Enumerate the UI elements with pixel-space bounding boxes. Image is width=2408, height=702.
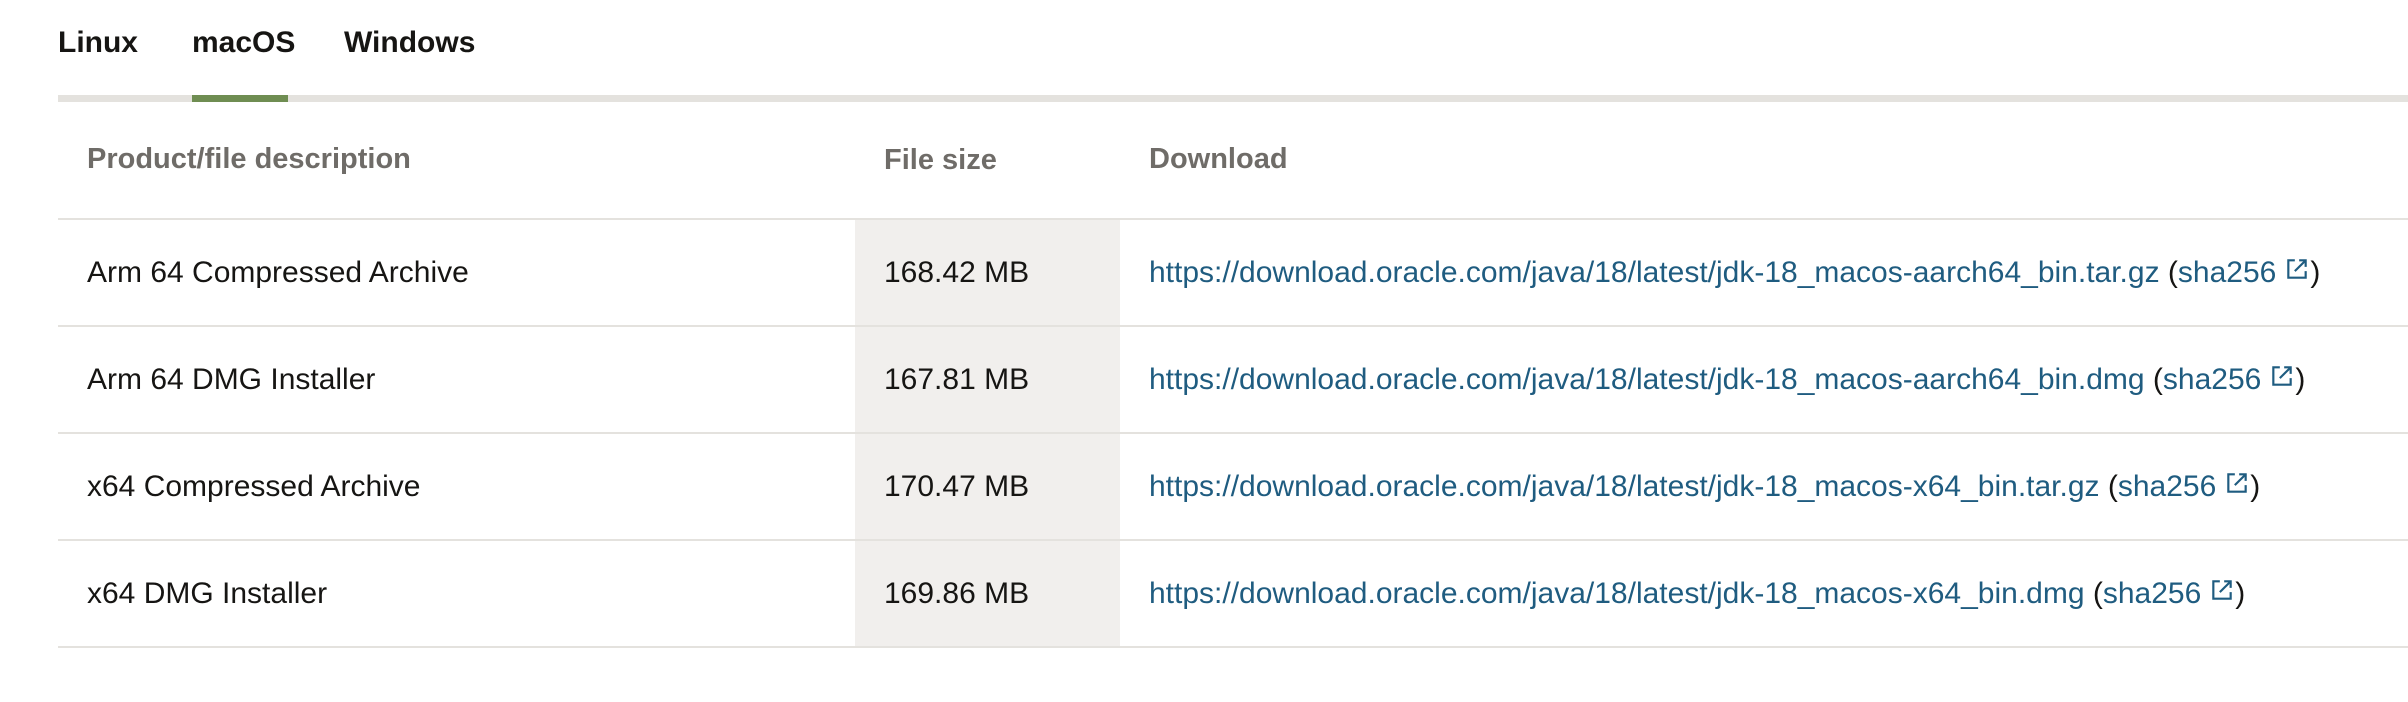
header-file-size: File size — [884, 143, 997, 176]
sha256-link[interactable]: sha256 — [2178, 256, 2310, 290]
sha256-link[interactable]: sha256 — [2103, 577, 2235, 611]
tab-macos[interactable]: macOS — [192, 26, 295, 60]
row-description: x64 DMG Installer — [87, 576, 328, 610]
paren-open: ( — [2159, 255, 2178, 289]
row-download: https://download.oracle.com/java/18/late… — [1149, 434, 2408, 539]
page: Linux macOS Windows Product/file descrip… — [0, 0, 2408, 702]
table-row: x64 Compressed Archive 170.47 MB https:/… — [58, 434, 2408, 541]
downloads-table: Product/file description File size Downl… — [58, 102, 2408, 648]
download-link[interactable]: https://download.oracle.com/java/18/late… — [1149, 256, 2160, 290]
row-download: https://download.oracle.com/java/18/late… — [1149, 541, 2408, 646]
table-row: x64 DMG Installer 169.86 MB https://down… — [58, 541, 2408, 648]
row-download: https://download.oracle.com/java/18/late… — [1149, 327, 2408, 432]
table-row: Arm 64 DMG Installer 167.81 MB https://d… — [58, 327, 2408, 434]
sha256-link[interactable]: sha256 — [2163, 363, 2295, 397]
external-link-icon — [2272, 365, 2293, 386]
sha256-label: sha256 — [2177, 255, 2277, 289]
row-file-size: 170.47 MB — [855, 434, 1120, 539]
table-header: Product/file description File size Downl… — [58, 102, 2408, 220]
paren-open: ( — [2099, 469, 2118, 503]
sha256-label: sha256 — [2102, 576, 2202, 610]
paren-open: ( — [2144, 362, 2163, 396]
table-row: Arm 64 Compressed Archive 168.42 MB http… — [58, 220, 2408, 327]
row-description: Arm 64 Compressed Archive — [87, 255, 469, 289]
tab-linux[interactable]: Linux — [58, 26, 138, 60]
tab-windows[interactable]: Windows — [344, 26, 475, 60]
sha256-link[interactable]: sha256 — [2118, 470, 2250, 504]
external-link-icon — [2227, 472, 2248, 493]
sha256-label: sha256 — [2117, 469, 2217, 503]
row-description: Arm 64 DMG Installer — [87, 362, 376, 396]
row-file-size: 169.86 MB — [855, 541, 1120, 646]
row-description: x64 Compressed Archive — [87, 469, 421, 503]
external-link-icon — [2212, 579, 2233, 600]
download-link[interactable]: https://download.oracle.com/java/18/late… — [1149, 363, 2145, 397]
header-description: Product/file description — [87, 142, 411, 175]
os-tabs: Linux macOS Windows — [58, 0, 2408, 102]
row-file-size: 168.42 MB — [855, 220, 1120, 325]
header-download: Download — [1149, 142, 1288, 175]
paren-close: ) — [2310, 255, 2321, 289]
download-link[interactable]: https://download.oracle.com/java/18/late… — [1149, 577, 2085, 611]
download-link[interactable]: https://download.oracle.com/java/18/late… — [1149, 470, 2100, 504]
paren-close: ) — [2250, 469, 2261, 503]
paren-open: ( — [2084, 576, 2103, 610]
row-file-size: 167.81 MB — [855, 327, 1120, 432]
sha256-label: sha256 — [2162, 362, 2262, 396]
paren-close: ) — [2295, 362, 2306, 396]
external-link-icon — [2287, 258, 2308, 279]
paren-close: ) — [2235, 576, 2246, 610]
row-download: https://download.oracle.com/java/18/late… — [1149, 220, 2408, 325]
